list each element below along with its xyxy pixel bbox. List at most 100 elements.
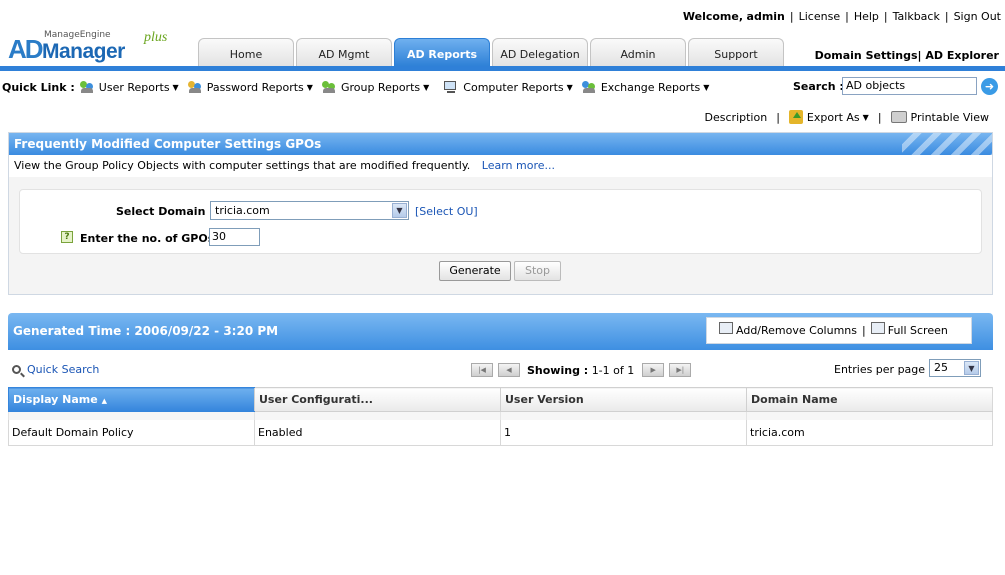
first-page-button[interactable]: |◀: [471, 363, 493, 377]
column-header-user-configuration[interactable]: User Configurati...: [254, 387, 501, 412]
dropdown-arrow-icon: ▼: [566, 82, 573, 92]
logo-manager: Manager: [42, 40, 125, 63]
logo-ad: AD: [8, 34, 44, 64]
columns-icon: [719, 321, 733, 334]
search-label: Search :: [793, 80, 844, 93]
users-icon: [79, 80, 95, 94]
logo-brand: ManageEngine: [44, 30, 111, 40]
full-screen-icon: [870, 321, 885, 334]
talkback-link[interactable]: Talkback: [893, 10, 940, 23]
domain-label: Select Domain :: [116, 205, 214, 218]
entries-per-page-select[interactable]: 25 ▼: [929, 359, 981, 377]
search-input[interactable]: AD objects: [842, 77, 977, 95]
header-stripes: [902, 133, 992, 155]
generate-button[interactable]: Generate: [439, 261, 511, 281]
quick-link-label-group-reports: Group Reports: [340, 80, 421, 94]
quick-link-password-reports[interactable]: Password Reports ▼: [187, 80, 313, 94]
quick-search[interactable]: Quick Search: [12, 363, 99, 376]
quick-link-user-reports[interactable]: User Reports ▼: [79, 80, 179, 94]
chevron-down-icon: ▼: [392, 203, 407, 218]
printer-icon: [890, 111, 907, 123]
quick-link-bar: Quick Link : User Reports ▼ Password Repo…: [2, 78, 717, 96]
quick-search-link[interactable]: Quick Search: [27, 363, 99, 376]
main-tabs: Home AD Mgmt AD Reports AD Delegation Ad…: [198, 38, 786, 67]
quick-link-group-reports[interactable]: Group Reports ▼: [321, 80, 429, 94]
cell-domain-name: tricia.com: [746, 419, 993, 446]
stop-button[interactable]: Stop: [514, 261, 561, 281]
tab-ad-mgmt[interactable]: AD Mgmt: [296, 38, 392, 67]
tab-home[interactable]: Home: [198, 38, 294, 67]
help-link[interactable]: Help: [854, 10, 879, 23]
tab-admin[interactable]: Admin: [590, 38, 686, 67]
column-label: Display Name: [13, 393, 98, 406]
prev-page-button[interactable]: ◀: [498, 363, 520, 377]
page-status: Showing : 1-1 of 1: [527, 364, 634, 377]
export-icon: [788, 110, 803, 124]
full-screen-link[interactable]: Full Screen: [888, 324, 948, 337]
sort-asc-icon: ▲: [101, 397, 107, 405]
last-page-button[interactable]: ▶|: [669, 363, 692, 377]
gpos-count-input[interactable]: 30: [209, 228, 260, 246]
entries-per-page-label: Entries per page: [834, 363, 926, 376]
showing-label: Showing :: [527, 363, 589, 377]
report-criteria-panel: Frequently Modified Computer Settings GP…: [8, 132, 993, 295]
table-row[interactable]: Default Domain Policy Enabled 1 tricia.c…: [8, 419, 993, 446]
quick-link-label-computer-reports: Computer Reports: [463, 80, 564, 94]
domain-settings-link[interactable]: Domain Settings: [815, 49, 918, 62]
dropdown-arrow-icon: ▼: [862, 112, 869, 122]
pagination: |◀ ◀ Showing : 1-1 of 1 ▶ ▶|: [471, 363, 696, 377]
tab-support[interactable]: Support: [688, 38, 784, 67]
search-go-button[interactable]: ➜: [981, 78, 998, 95]
tab-ad-reports[interactable]: AD Reports: [394, 38, 490, 67]
add-remove-columns-link[interactable]: Add/Remove Columns: [736, 324, 857, 337]
results-tools: Add/Remove Columns | Full Screen: [706, 317, 972, 344]
group-icon: [321, 80, 337, 94]
next-page-button[interactable]: ▶: [642, 363, 665, 377]
domain-select-value: tricia.com: [215, 204, 270, 217]
cell-display-name: Default Domain Policy: [8, 419, 255, 446]
results-table: Display Name ▲ User Configurati... User …: [8, 387, 993, 446]
top-links: Welcome, admin | License | Help | Talkback | Sig…: [682, 10, 1001, 23]
quick-link-label-password-reports: Password Reports: [206, 80, 304, 94]
right-links: Domain Settings| AD Explorer: [814, 49, 999, 62]
column-header-display-name[interactable]: Display Name ▲: [8, 387, 255, 412]
description-link[interactable]: Description: [705, 111, 768, 124]
printable-view-link[interactable]: Printable View: [911, 111, 989, 124]
exchange-icon: [581, 80, 597, 94]
dropdown-arrow-icon: ▼: [703, 82, 710, 92]
generated-time: Generated Time : 2006/09/22 - 3:20 PM: [13, 324, 279, 338]
showing-value: 1-1 of 1: [591, 363, 635, 377]
tab-ad-delegation[interactable]: AD Delegation: [492, 38, 588, 67]
report-description-text: View the Group Policy Objects with compu…: [14, 159, 471, 172]
search-icon: [12, 365, 21, 374]
dropdown-arrow-icon: ▼: [306, 82, 313, 92]
gpos-count-label: Enter the no. of GPOs :: [80, 232, 223, 245]
dropdown-arrow-icon: ▼: [172, 82, 179, 92]
domain-select[interactable]: tricia.com ▼: [210, 201, 409, 220]
dropdown-arrow-icon: ▼: [423, 82, 430, 92]
column-header-domain-name[interactable]: Domain Name: [746, 387, 993, 412]
export-as-link[interactable]: Export As: [807, 111, 860, 124]
quick-link-label: Quick Link :: [2, 80, 75, 94]
users-key-icon: [187, 80, 203, 94]
welcome-user: admin: [746, 10, 785, 23]
entries-per-page-value: 25: [934, 361, 948, 374]
report-title-text: Frequently Modified Computer Settings GP…: [14, 137, 322, 151]
select-ou-link[interactable]: [Select OU]: [415, 205, 478, 218]
quick-link-computer-reports[interactable]: Computer Reports ▼: [443, 80, 573, 94]
license-link[interactable]: License: [799, 10, 840, 23]
logo-plus: plus: [144, 30, 168, 45]
report-description: View the Group Policy Objects with compu…: [9, 155, 992, 177]
learn-more-link[interactable]: Learn more...: [482, 159, 555, 172]
quick-link-exchange-reports[interactable]: Exchange Reports ▼: [581, 80, 710, 94]
cell-user-version: 1: [500, 419, 747, 446]
cell-user-configuration: Enabled: [254, 419, 501, 446]
admanager-logo[interactable]: ManageEngine AD Manager plus: [8, 30, 188, 64]
help-icon[interactable]: ?: [61, 231, 73, 243]
sign-out-link[interactable]: Sign Out: [954, 10, 1001, 23]
ad-explorer-link[interactable]: AD Explorer: [925, 49, 999, 62]
criteria-form: Select Domain : tricia.com ▼ [Select OU]…: [19, 189, 982, 254]
chevron-down-icon: ▼: [964, 361, 979, 375]
quick-link-label-exchange-reports: Exchange Reports: [600, 80, 701, 94]
column-header-user-version[interactable]: User Version: [500, 387, 747, 412]
